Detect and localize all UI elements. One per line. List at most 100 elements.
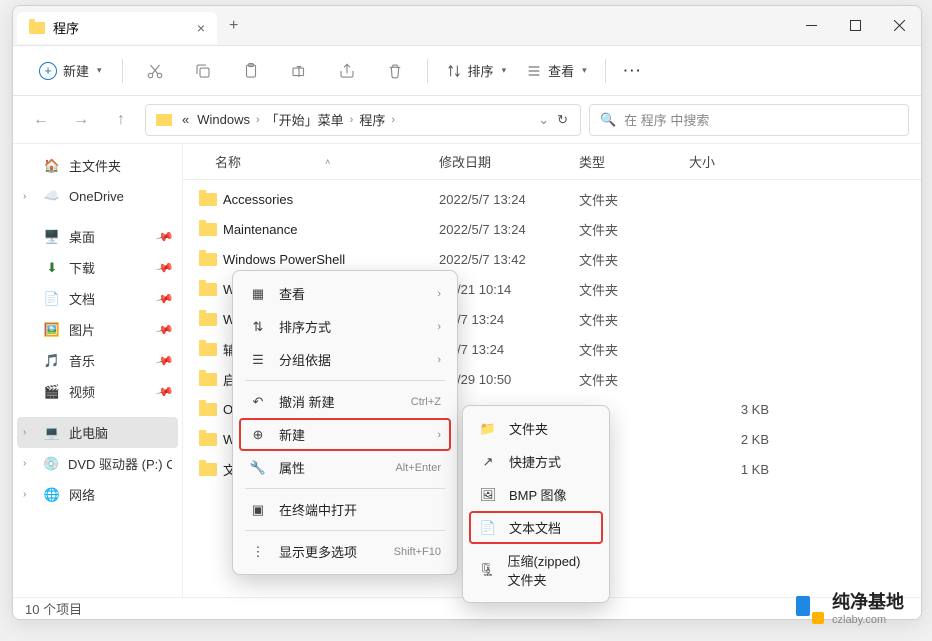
sidebar-item-downloads[interactable]: ⬇下载📌 [13,252,182,283]
refresh-icon[interactable]: ↻ [557,112,568,128]
maximize-button[interactable] [833,6,877,46]
column-type[interactable]: 类型 [579,152,689,171]
submenu-shortcut[interactable]: ↗快捷方式 [469,445,603,478]
breadcrumb[interactable]: « Windows › 「开始」菜单 › 程序 › ⌄ ↻ [145,104,581,136]
folder-icon [199,193,223,206]
tab-active[interactable]: 程序 × [17,12,217,44]
new-button[interactable]: + 新建 ▾ [29,55,112,86]
copy-icon[interactable] [181,53,225,89]
sidebar-label: 文档 [69,289,95,308]
share-icon[interactable] [325,53,369,89]
file-date: 2022/5/7 13:24 [439,192,579,207]
new-tab-button[interactable]: + [217,17,250,35]
downloads-icon: ⬇ [43,259,61,277]
menu-terminal[interactable]: ▣在终端中打开 [239,493,451,526]
delete-icon[interactable] [373,53,417,89]
submenu-bmp[interactable]: 🖼BMP 图像 [469,478,603,511]
menu-group[interactable]: ☰分组依据› [239,343,451,376]
cut-icon[interactable] [133,53,177,89]
file-row[interactable]: Maintenance2022/5/7 13:24文件夹 [183,214,921,244]
pin-icon: 📌 [155,351,175,371]
search-input[interactable]: 🔍 在 程序 中搜索 [589,104,909,136]
column-size[interactable]: 大小 [689,152,769,171]
menu-sort[interactable]: ⇅排序方式› [239,310,451,343]
chevron-right-icon: › [391,114,395,126]
expand-icon[interactable]: › [23,427,35,438]
sidebar-item-home[interactable]: 🏠主文件夹 [13,150,182,181]
breadcrumb-item[interactable]: 「开始」菜单 [264,110,346,129]
file-date: 2/5/7 13:24 [439,312,579,327]
sidebar-label: 视频 [69,382,95,401]
breadcrumb-item[interactable]: Windows [195,112,252,127]
search-icon: 🔍 [600,112,616,128]
file-type: 文件夹 [579,190,689,209]
dropdown-icon[interactable]: ⌄ [538,112,549,128]
column-date[interactable]: 修改日期 [439,152,579,171]
separator [245,380,445,381]
watermark: 纯净基地 czlaby.com [796,592,904,627]
up-button[interactable]: ↑ [105,104,137,136]
rename-icon[interactable] [277,53,321,89]
sort-button[interactable]: 排序 ▾ [438,61,515,80]
toolbar: + 新建 ▾ 排序 ▾ 查看 ▾ ··· [13,46,921,96]
back-button[interactable]: ← [25,104,57,136]
sort-icon: ⇅ [249,318,267,336]
group-icon: ☰ [249,351,267,369]
sidebar: 🏠主文件夹 ›☁️OneDrive 🖥️桌面📌 ⬇下载📌 📄文档📌 🖼️图片📌 … [13,144,183,599]
separator [427,59,428,83]
view-button[interactable]: 查看 ▾ [518,61,595,80]
shortcut-key: Alt+Enter [395,462,441,474]
sidebar-item-documents[interactable]: 📄文档📌 [13,283,182,314]
sidebar-item-pictures[interactable]: 🖼️图片📌 [13,314,182,345]
folder-icon [199,253,223,266]
separator [605,59,606,83]
folder-icon [199,343,223,356]
disc-icon: 💿 [43,455,60,473]
terminal-icon: ▣ [249,501,267,519]
sidebar-item-music[interactable]: 🎵音乐📌 [13,345,182,376]
shortcut-icon: ↗ [479,453,497,471]
sidebar-item-network[interactable]: ›🌐网络 [13,479,182,510]
file-name: Windows PowerShell [223,252,439,267]
breadcrumb-item[interactable]: 程序 [357,110,387,129]
folder-icon [156,114,172,126]
submenu-folder[interactable]: 📁文件夹 [469,412,603,445]
menu-view[interactable]: ▦查看› [239,277,451,310]
undo-icon: ↶ [249,393,267,411]
file-type: 文件夹 [579,220,689,239]
close-button[interactable] [877,6,921,46]
sort-asc-icon: ˄ [325,157,330,167]
sidebar-item-desktop[interactable]: 🖥️桌面📌 [13,221,182,252]
sidebar-item-onedrive[interactable]: ›☁️OneDrive [13,181,182,211]
chevron-down-icon: ▾ [97,65,102,76]
menu-undo[interactable]: ↶撤消 新建Ctrl+Z [239,385,451,418]
paste-icon[interactable] [229,53,273,89]
sidebar-item-dvd[interactable]: ›💿DVD 驱动器 (P:) C [13,448,182,479]
submenu-text[interactable]: 📄文本文档 [469,511,603,544]
expand-icon[interactable]: › [23,458,35,469]
desktop-icon: 🖥️ [43,228,61,246]
menu-more[interactable]: ⋮显示更多选项Shift+F10 [239,535,451,568]
menu-new[interactable]: ⊕新建› [239,418,451,451]
sort-icon [446,63,462,79]
expand-icon[interactable]: › [23,191,35,202]
submenu-zip[interactable]: 🗜压缩(zipped)文件夹 [469,544,603,596]
file-date: 3/1/29 10:50 [439,372,579,387]
separator [245,488,445,489]
file-row[interactable]: Accessories2022/5/7 13:24文件夹 [183,184,921,214]
folder-icon [199,433,223,446]
sidebar-item-thispc[interactable]: ›💻此电脑 [17,417,178,448]
more-button[interactable]: ··· [616,63,651,78]
plus-circle-icon: + [39,62,57,80]
minimize-button[interactable] [789,6,833,46]
plus-circle-icon: ⊕ [249,426,267,444]
sidebar-item-videos[interactable]: 🎬视频📌 [13,376,182,407]
expand-icon[interactable]: › [23,489,35,500]
close-tab-icon[interactable]: × [197,20,205,36]
file-type: 文件夹 [579,340,689,359]
sidebar-label: 网络 [69,485,95,504]
menu-properties[interactable]: 🔧属性Alt+Enter [239,451,451,484]
videos-icon: 🎬 [43,383,61,401]
column-name[interactable]: 名称˄ [199,152,439,171]
forward-button[interactable]: → [65,104,97,136]
